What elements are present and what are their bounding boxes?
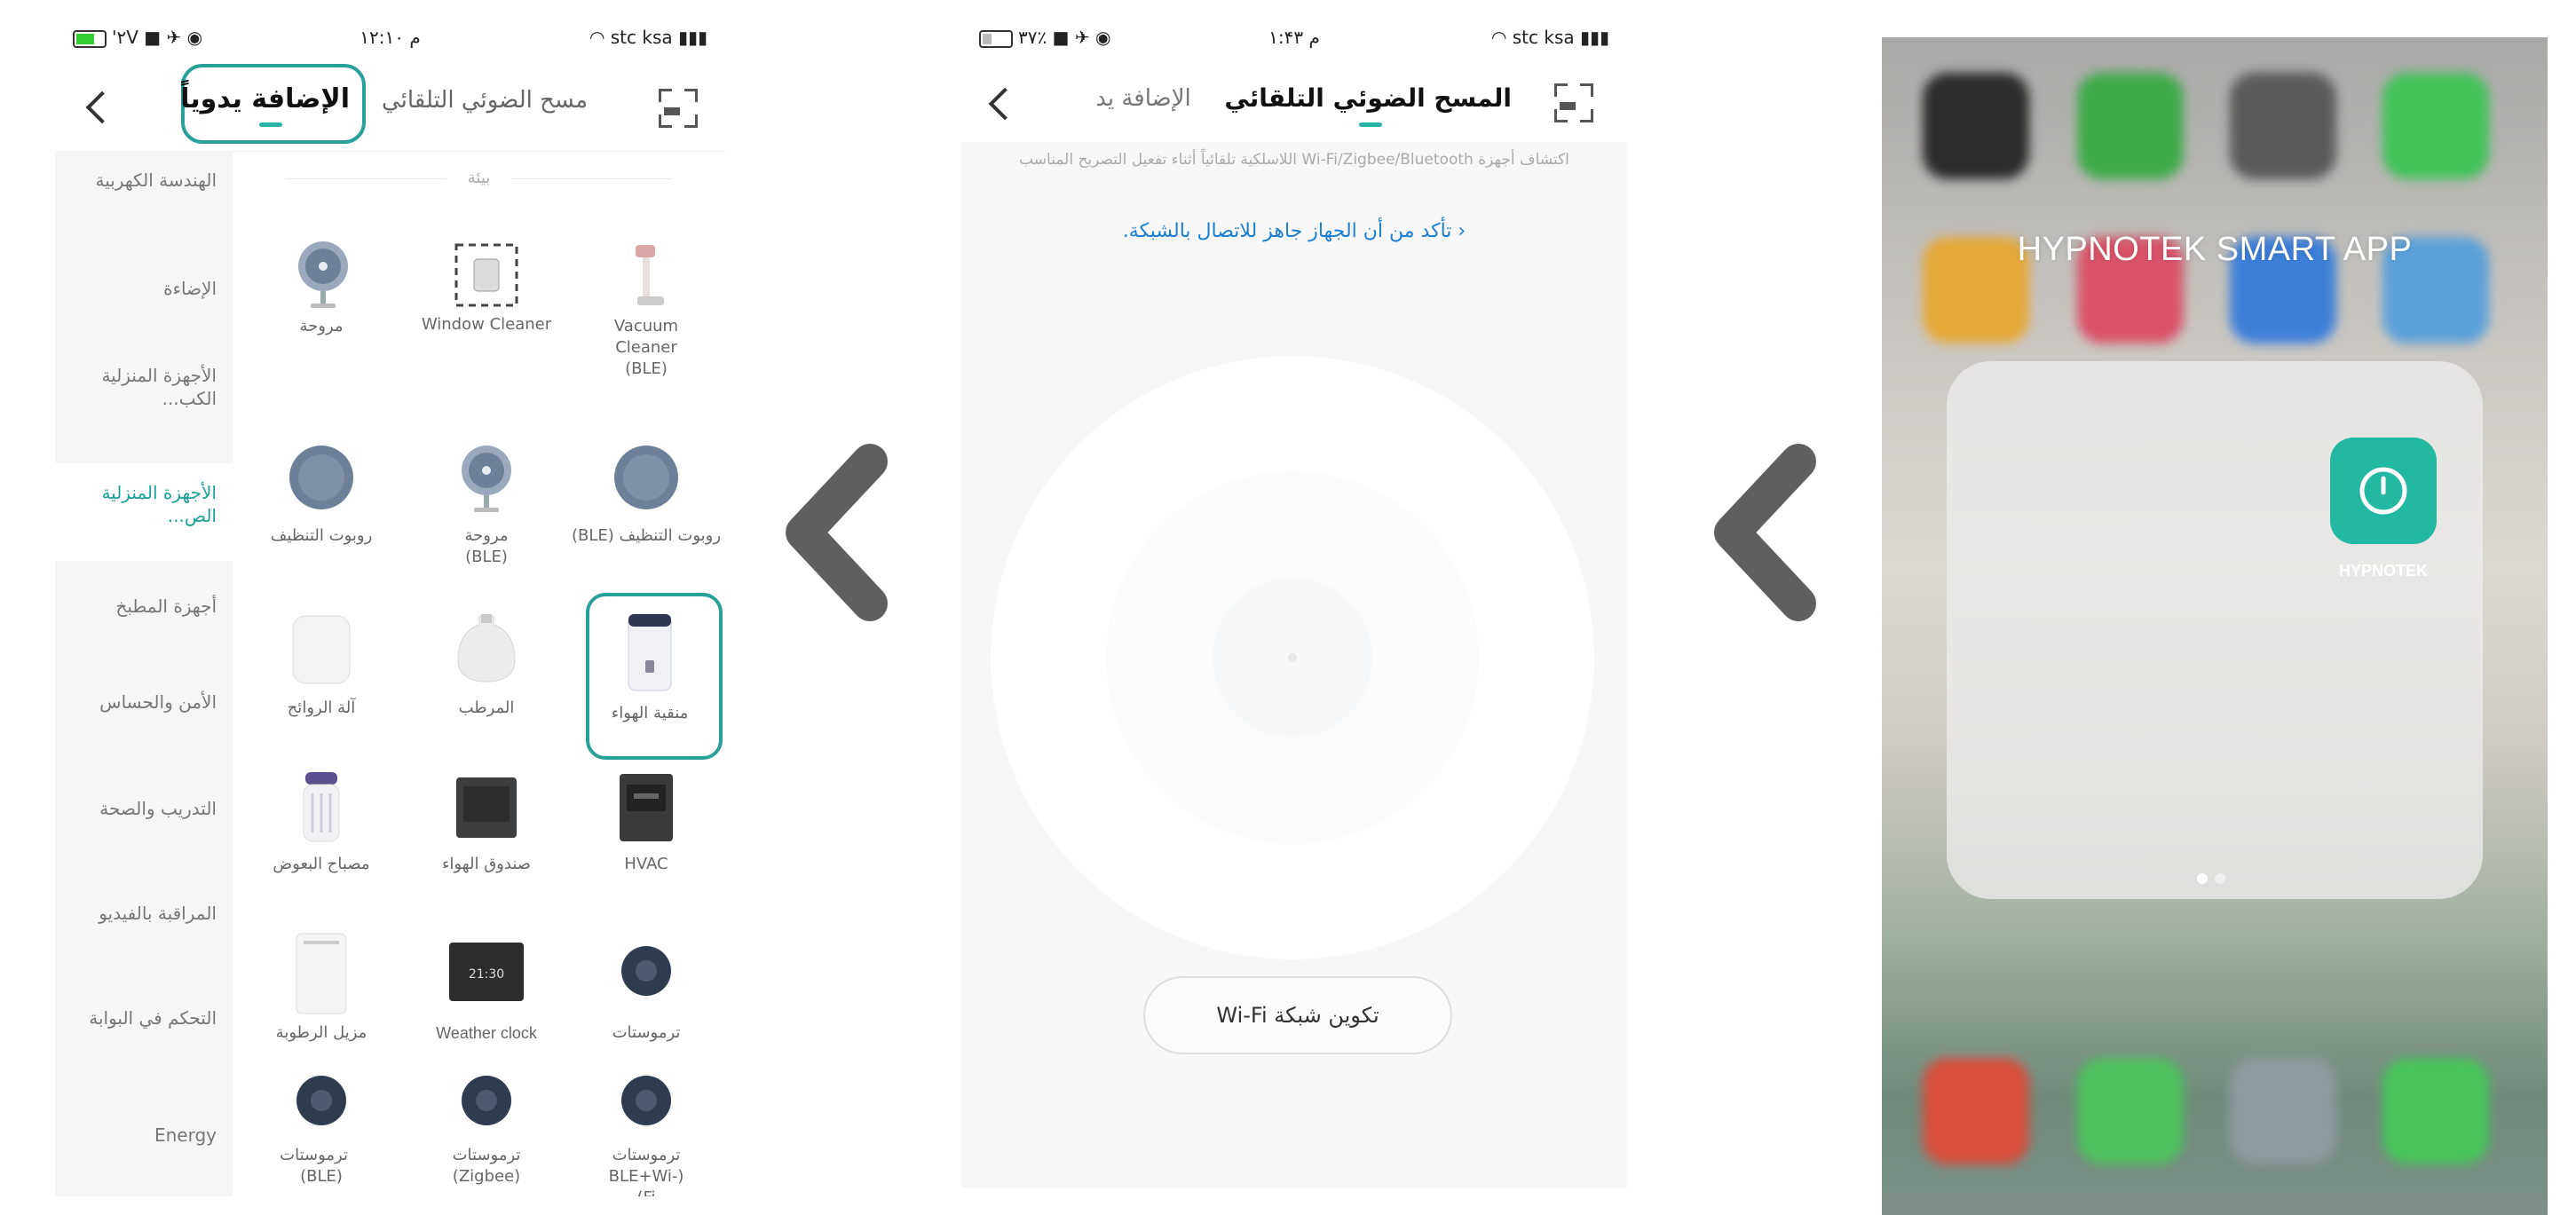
device-dehumidifier[interactable]: مزيل الرطوبة <box>241 932 401 1047</box>
tab-underline <box>1359 122 1382 127</box>
scan-icon[interactable] <box>1554 83 1593 122</box>
device-thermostat[interactable]: ترموستات <box>566 932 725 1047</box>
robot-vacuum-icon <box>614 446 678 509</box>
section-title: بيئة <box>233 169 725 187</box>
auto-scan-screen: ۳۷٪ ■ ✈ ◉ م ۱:۴۳ ◠ stc ksa ▮▮▮ الإضافة ي… <box>961 16 1627 1187</box>
page-dot-active <box>2197 873 2208 884</box>
device-weather-clock[interactable]: 21:30 Weather clock <box>407 932 566 1047</box>
left-chevron-icon <box>1714 444 1816 621</box>
robot-vacuum-icon <box>289 446 353 509</box>
radar-center-dot <box>1288 653 1297 662</box>
device-mosquito-lamp[interactable]: مصباح البعوض <box>241 772 401 888</box>
sidebar-item-electrical[interactable]: الهندسة الكهربية <box>55 169 233 192</box>
thermostat-icon <box>621 1076 671 1125</box>
back-icon[interactable] <box>988 87 1022 121</box>
device-robot-vacuum-ble[interactable]: روبوت التنظيف (BLE) <box>566 444 725 577</box>
vacuum-icon <box>636 245 664 305</box>
header: الإضافة يد المسح الضوئي التلقائي <box>961 60 1627 142</box>
fan-icon <box>462 446 511 512</box>
sidebar-item-lighting[interactable]: الإضاءة <box>55 277 233 300</box>
tab-auto-scan[interactable]: مسح الضوئي التلقائي <box>364 87 605 114</box>
svg-text:21:30: 21:30 <box>469 967 504 982</box>
status-bar: '۲V ■ ✈ ◉ م ۱۲:۱۰ ◠ stc ksa ▮▮▮ <box>55 16 725 60</box>
blurred-dock-icon <box>2230 1058 2336 1164</box>
app-folder: HYPNOTEK <box>1947 361 2483 899</box>
mosquito-lamp-icon <box>303 772 340 842</box>
thermostat-icon <box>621 946 671 996</box>
blurred-app-icon <box>1923 73 2029 179</box>
wifi-config-button[interactable]: تكوين شبكة Wi-Fi <box>1143 976 1452 1054</box>
status-carrier: ◠ stc ksa ▮▮▮ <box>1490 27 1609 48</box>
humidifier-icon <box>457 614 516 682</box>
sidebar-item-kitchen[interactable]: أجهزة المطبخ <box>55 595 233 618</box>
device-fan[interactable]: مروحة <box>241 240 401 382</box>
device-catalog-screen: '۲V ■ ✈ ◉ م ۱۲:۱۰ ◠ stc ksa ▮▮▮ الإضافة … <box>55 16 725 1196</box>
sidebar-item-video[interactable]: المراقبة بالفيديو <box>55 902 233 925</box>
weather-clock-icon: 21:30 <box>449 943 524 1001</box>
diffuser-icon <box>292 615 351 684</box>
sidebar-item-large-appliances[interactable]: الأجهزة المنزلية الكب... <box>55 364 233 410</box>
device-ready-link[interactable]: ‹ تأكد من أن الجهاز جاهز للاتصال بالشبكة… <box>961 220 1627 242</box>
thermostat-icon <box>462 1076 511 1125</box>
tab-manual-add[interactable]: الإضافة يدوياً <box>180 83 350 114</box>
power-icon <box>2359 467 2407 515</box>
sidebar-item-health[interactable]: التدريب والصحة <box>55 797 233 820</box>
device-fan-ble[interactable]: مروحة (BLE) <box>407 444 566 577</box>
scan-icon[interactable] <box>659 89 698 128</box>
device-grid: بيئة مروحة Window Cleaner Vacuum Cleaner… <box>233 151 725 1196</box>
device-air-purifier[interactable]: منقية الهواء <box>570 612 725 737</box>
air-box-icon <box>456 777 517 838</box>
thermostat-icon <box>296 1076 346 1125</box>
device-thermostat-zigbee[interactable]: ترموستات (Zigbee) <box>407 1074 566 1196</box>
window-cleaner-icon <box>454 243 518 307</box>
sidebar-item-security[interactable]: الأمن والحساس <box>55 690 233 714</box>
status-carrier: ◠ stc ksa ▮▮▮ <box>589 27 707 48</box>
tab-auto-scan[interactable]: المسح الضوئي التلقائي <box>1224 83 1512 113</box>
sidebar-item-energy[interactable]: Energy <box>55 1124 233 1147</box>
device-robot-vacuum[interactable]: روبوت التنظيف <box>241 444 401 559</box>
device-window-cleaner[interactable]: Window Cleaner <box>407 240 566 382</box>
device-hvac[interactable]: HVAC <box>566 772 725 888</box>
hvac-icon <box>620 774 673 841</box>
back-icon[interactable] <box>85 91 119 124</box>
blurred-app-icon <box>2382 73 2489 179</box>
home-screen: HYPNOTEK SMART APP HYPNOTEK <box>1882 37 2548 1215</box>
folder-title: HYPNOTEK SMART APP <box>2017 231 2413 268</box>
device-air-box[interactable]: صندوق الهواء <box>407 772 566 888</box>
sidebar-item-small-appliances[interactable]: الأجهزة المنزلية الص... <box>55 463 233 561</box>
scan-instruction: اكتشاف أجهزة Wi-Fi/Zigbee/Bluetooth اللا… <box>1019 151 1569 169</box>
dehumidifier-icon <box>296 933 347 1014</box>
blurred-app-icon <box>2230 73 2336 179</box>
blurred-dock-icon <box>2077 1058 2184 1164</box>
sidebar-item-gateway[interactable]: التحكم في البوابة <box>55 1006 233 1030</box>
device-humidifier[interactable]: المرطب <box>407 612 566 719</box>
tab-underline <box>259 122 282 127</box>
device-vacuum-ble[interactable]: Vacuum Cleaner (BLE) <box>566 240 725 399</box>
device-thermostat-ble[interactable]: ترموستات (BLE) <box>241 1074 401 1196</box>
air-purifier-icon <box>628 613 672 691</box>
fan-icon <box>298 241 348 308</box>
device-thermostat-ble-wifi[interactable]: ترموستات (BLE+Wi-Fi) <box>566 1074 725 1196</box>
left-chevron-icon <box>786 444 888 621</box>
page-dot <box>2215 873 2225 884</box>
hypnotek-app-icon[interactable] <box>2330 438 2437 544</box>
blurred-app-icon <box>2077 73 2184 179</box>
app-label: HYPNOTEK <box>2338 562 2428 580</box>
blurred-dock-icon <box>1923 1058 2029 1164</box>
device-aroma-diffuser[interactable]: آلة الروائح <box>241 612 401 719</box>
status-bar: ۳۷٪ ■ ✈ ◉ م ۱:۴۳ ◠ stc ksa ▮▮▮ <box>961 16 1627 60</box>
header: الإضافة يدوياً مسح الضوئي التلقائي <box>55 62 725 152</box>
blurred-dock-icon <box>2382 1058 2489 1164</box>
tab-manual-add[interactable]: الإضافة يد <box>1077 85 1210 112</box>
category-sidebar: الهندسة الكهربية الإضاءة الأجهزة المنزلي… <box>55 151 233 1196</box>
